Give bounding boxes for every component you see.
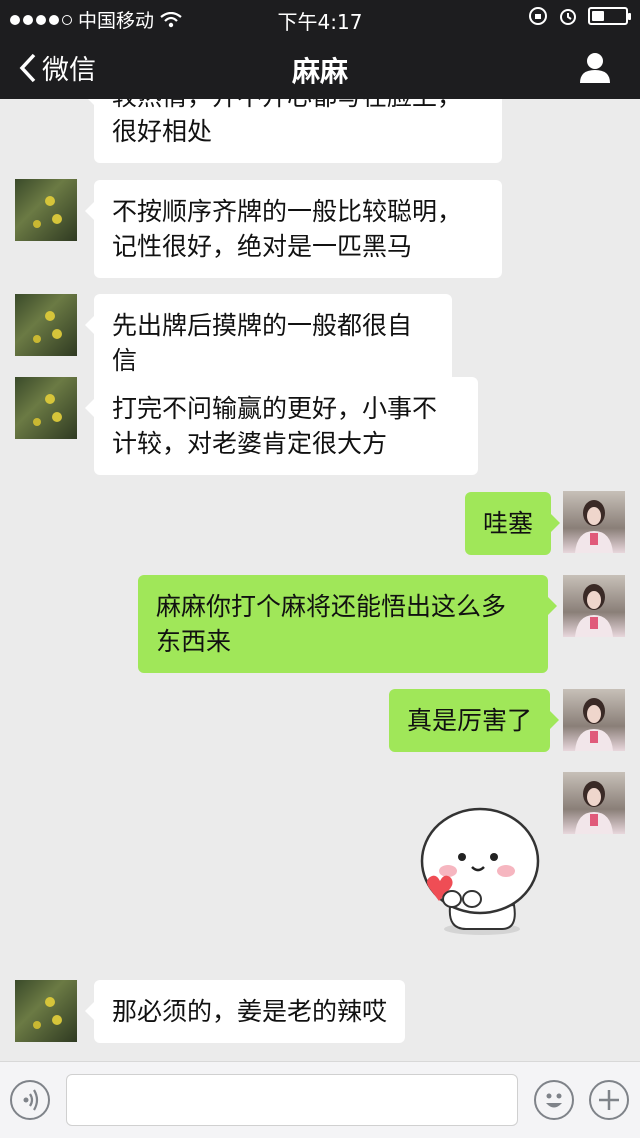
heart-mochi-sticker[interactable] — [410, 799, 550, 939]
status-right — [528, 6, 631, 26]
status-bar: 中国移动 下午4:17 — [0, 0, 640, 36]
message-bubble[interactable]: 打完不问输赢的更好，小事不计较，对老婆肯定很大方 — [85, 377, 478, 475]
input-bar — [0, 1061, 640, 1138]
message-bubble[interactable]: 较热情，开不开心都写在脸上，很好相处 — [85, 99, 502, 163]
emoji-button[interactable] — [534, 1080, 574, 1120]
plus-button[interactable] — [589, 1080, 629, 1120]
chat-area[interactable]: 较热情，开不开心都写在脸上，很好相处 不按顺序齐牌的一般比较聪明，记性很好，绝对… — [0, 99, 640, 1061]
my-avatar[interactable] — [563, 575, 625, 637]
rotation-lock-icon — [529, 7, 547, 25]
my-avatar[interactable] — [563, 491, 625, 553]
alarm-icon — [560, 9, 576, 25]
emoji-icon — [546, 1093, 562, 1108]
message-bubble[interactable]: 不按顺序齐牌的一般比较聪明，记性很好，绝对是一匹黑马 — [85, 180, 502, 278]
chat-title: 麻麻 — [291, 55, 348, 88]
profile-icon[interactable] — [578, 50, 612, 84]
plus-icon — [599, 1090, 619, 1110]
voice-button[interactable] — [10, 1080, 50, 1120]
contact-avatar[interactable] — [15, 179, 77, 241]
contact-avatar[interactable] — [15, 294, 77, 356]
contact-avatar[interactable] — [15, 980, 77, 1042]
contact-avatar[interactable] — [15, 377, 77, 439]
message-bubble[interactable]: 真是厉害了 — [389, 689, 560, 752]
top-bar: 中国移动 下午4:17 微信 麻麻 — [0, 0, 640, 99]
voice-icon — [23, 1089, 39, 1111]
my-avatar[interactable] — [563, 772, 625, 834]
battery-icon — [588, 7, 631, 25]
message-bubble[interactable]: 哇塞 — [465, 492, 561, 555]
my-avatar[interactable] — [563, 689, 625, 751]
message-bubble[interactable]: 麻麻你打个麻将还能悟出这么多东西来 — [138, 575, 557, 673]
nav-bar: 微信 麻麻 — [0, 36, 640, 99]
message-input[interactable] — [66, 1074, 518, 1126]
message-bubble[interactable]: 那必须的，姜是老的辣哎 — [84, 980, 406, 1043]
